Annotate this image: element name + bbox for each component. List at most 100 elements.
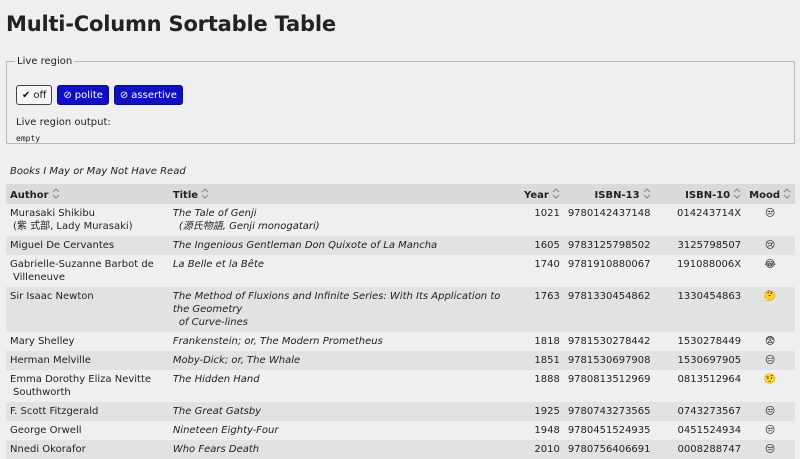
- mood-icon: 🤔: [745, 287, 795, 332]
- column-header-label: Author: [10, 189, 49, 201]
- table-row: F. Scott Fitzgerald The Great Gatsby 192…: [6, 402, 795, 421]
- column-header-author[interactable]: Author: [6, 184, 169, 204]
- cell-year: 1818: [534, 336, 560, 347]
- book-title: The Method of Fluxions and Infinite Seri…: [172, 291, 501, 315]
- cell-isbn10: 0813512964: [677, 374, 742, 385]
- live-region-button-group: ✔ off ⊘ polite ⊘ assertive: [16, 85, 183, 105]
- cell-author: Mary Shelley: [6, 332, 169, 351]
- table-body: Murasaki Shikibu (紫 式部, Lady Murasaki) Th…: [6, 204, 795, 459]
- cell-isbn10: 191088006X: [677, 259, 742, 270]
- sort-unsorted-icon: [783, 187, 791, 199]
- table-row: Herman Melville Moby-Dick; or, The Whale…: [6, 351, 795, 370]
- mood-icon: 😂: [764, 259, 776, 270]
- mood-icon: 😒: [745, 402, 795, 421]
- author-name: Mary Shelley: [10, 336, 75, 347]
- live-region-fieldset: Live region ✔ off ⊘ polite ⊘ assertive L…: [6, 56, 795, 144]
- table-row: Emma Dorothy Eliza Nevitte Southworth The…: [6, 370, 795, 402]
- cell-title: Nineteen Eighty-Four: [169, 421, 516, 440]
- cell-title: Moby-Dick; or, The Whale: [168, 351, 517, 370]
- cell-title: The Hidden Hand: [169, 370, 516, 402]
- cell-author: George Orwell: [6, 421, 169, 440]
- author-name: Sir Isaac Newton: [10, 291, 94, 302]
- sort-unsorted-icon: [643, 187, 651, 199]
- table-row: Gabrielle-Suzanne Barbot de Villeneuve La…: [6, 255, 795, 287]
- prohibited-icon: ⊘: [119, 89, 129, 101]
- column-header-year[interactable]: Year: [516, 184, 564, 204]
- book-title: Nineteen Eighty-Four: [172, 425, 279, 436]
- cell-isbn13: 9780813512969: [567, 374, 651, 385]
- cell-isbn10: 1530278449: [677, 336, 742, 347]
- live-region-polite-button[interactable]: ⊘ polite: [57, 85, 109, 105]
- book-title: The Tale of Genji: [172, 208, 257, 219]
- cell-title: The Tale of Genji (源氏物語, Genji monogatari…: [169, 204, 516, 236]
- cell-year: 1605: [516, 236, 564, 255]
- cell-isbn10: 1330454863: [654, 287, 746, 332]
- mood-icon: 😨: [764, 336, 776, 347]
- author-name: Herman Melville: [10, 355, 91, 366]
- cell-author: Sir Isaac Newton: [6, 287, 169, 332]
- author-name: Murasaki Shikibu: [10, 208, 96, 219]
- button-label: off: [33, 89, 47, 101]
- author-name-continued: Southworth: [13, 387, 71, 398]
- cell-isbn13: 9781330454862: [563, 287, 655, 332]
- author-name: Emma Dorothy Eliza Nevitte: [10, 374, 152, 385]
- book-title: The Hidden Hand: [172, 374, 260, 385]
- cell-title: Frankenstein; or, The Modern Prometheus: [169, 332, 516, 351]
- table-row: Sir Isaac Newton The Method of Fluxions …: [6, 287, 795, 332]
- cell-isbn13: 9781530278442: [567, 336, 651, 347]
- cell-isbn13: 9781530697908: [563, 351, 655, 370]
- page-title: Multi-Column Sortable Table: [6, 12, 336, 36]
- table-caption: Books I May or May Not Have Read: [10, 166, 186, 177]
- cell-isbn13: 9780451524935: [567, 425, 651, 436]
- mood-icon: 😑: [745, 351, 795, 370]
- prohibited-icon: ⊘: [63, 89, 72, 101]
- column-header-label: Title: [172, 189, 199, 201]
- cell-year: 1888: [534, 374, 560, 385]
- author-name: Miguel De Cervantes: [10, 240, 115, 251]
- book-title-continued: (源氏物語, Genji monogatari): [178, 221, 320, 232]
- sort-unsorted-icon: [733, 187, 741, 199]
- book-title: La Belle et la Bête: [172, 259, 265, 270]
- cell-year: 1925: [516, 402, 564, 421]
- check-icon: ✔: [22, 89, 31, 101]
- column-header-isbn13[interactable]: ISBN-13: [563, 184, 655, 204]
- cell-year: 1948: [534, 425, 560, 436]
- sort-unsorted-icon: [552, 187, 560, 199]
- table-header-row: Author Title Year ISBN-13 ISBN-10 Mood: [6, 184, 795, 204]
- cell-author: Emma Dorothy Eliza Nevitte Southworth: [6, 370, 169, 402]
- cell-title: La Belle et la Bête: [169, 255, 516, 287]
- cell-author: Murasaki Shikibu (紫 式部, Lady Murasaki): [6, 204, 169, 236]
- cell-isbn10: 0743273567: [654, 402, 746, 421]
- cell-isbn13: 9780743273565: [563, 402, 655, 421]
- cell-author: Miguel De Cervantes: [6, 236, 169, 255]
- mood-icon: 😒: [764, 425, 776, 436]
- cell-title: The Great Gatsby: [168, 402, 517, 421]
- author-name: George Orwell: [10, 425, 82, 436]
- table-row: Mary Shelley Frankenstein; or, The Moder…: [6, 332, 795, 351]
- cell-isbn13: 9783125798502: [563, 236, 655, 255]
- live-region-off-button[interactable]: ✔ off: [16, 85, 53, 105]
- table-row: Miguel De Cervantes The Ingenious Gentle…: [6, 236, 795, 255]
- live-region-legend: Live region: [17, 56, 73, 67]
- sort-unsorted-icon: [201, 187, 209, 199]
- column-header-label: Mood: [749, 189, 780, 201]
- cell-year: 1851: [516, 351, 564, 370]
- mood-icon: 😢: [745, 236, 795, 255]
- column-header-mood[interactable]: Mood: [745, 184, 795, 204]
- book-title: The Ingenious Gentleman Don Quixote of L…: [172, 240, 438, 251]
- column-header-label: Year: [524, 189, 549, 201]
- author-name-continued: Villeneuve: [13, 272, 66, 283]
- live-region-assertive-button[interactable]: ⊘ assertive: [113, 85, 183, 105]
- column-header-label: ISBN-13: [594, 189, 640, 201]
- sort-unsorted-icon: [52, 187, 60, 199]
- live-region-output-label: Live region output:: [16, 117, 111, 128]
- button-label: assertive: [131, 89, 177, 101]
- book-title: Moby-Dick; or, The Whale: [172, 355, 301, 366]
- book-title-continued: of Curve-lines: [178, 317, 248, 328]
- cell-isbn10: 3125798507: [654, 236, 746, 255]
- column-header-isbn10[interactable]: ISBN-10: [654, 184, 746, 204]
- mood-icon: 🤨: [763, 374, 777, 385]
- author-name-continued: (紫 式部, Lady Murasaki): [13, 221, 133, 232]
- author-name: Gabrielle-Suzanne Barbot de: [10, 259, 154, 270]
- column-header-title[interactable]: Title: [168, 184, 517, 204]
